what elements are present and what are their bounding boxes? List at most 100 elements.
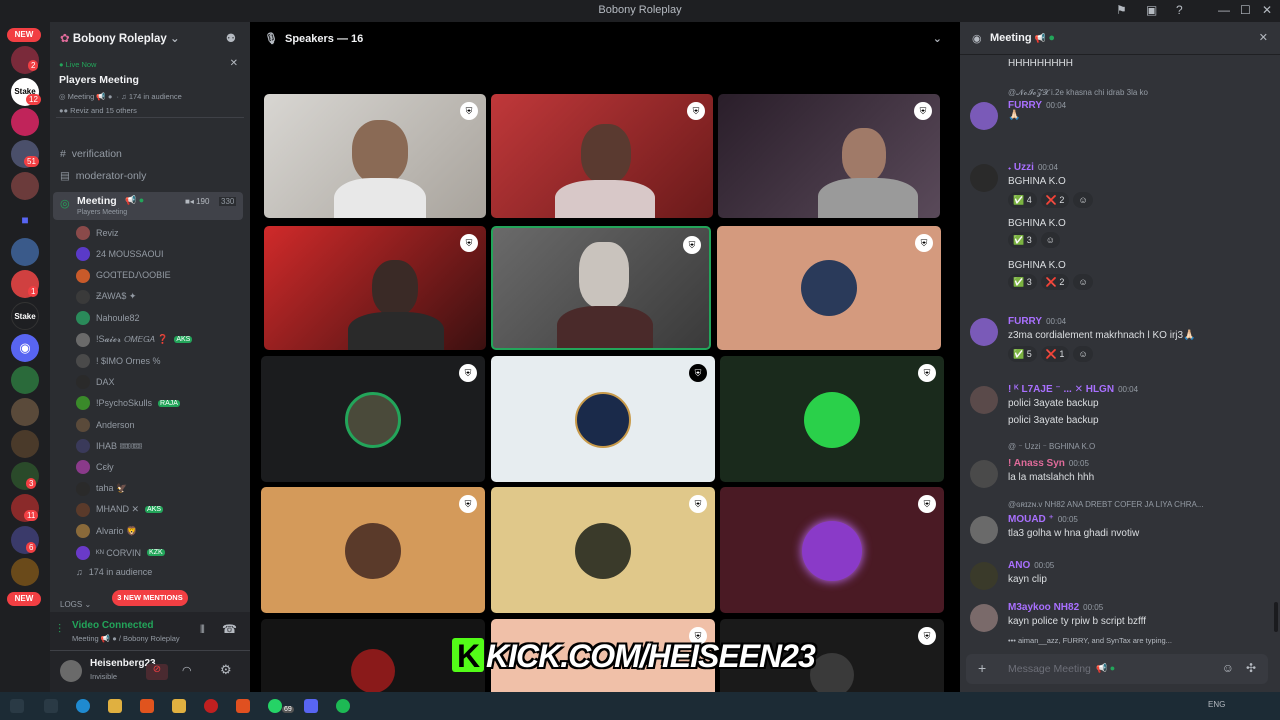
noise-suppression-icon[interactable]: ⦀ [200,624,205,637]
voice-user[interactable]: 24 MOUSSAOUI [76,247,164,262]
new-pill-top[interactable]: NEW [7,28,41,42]
voice-user[interactable]: GOⱭTEDᏁOOBIE [76,268,171,283]
avatar-tile[interactable]: ⛨ [717,226,941,350]
channel-meeting[interactable]: ◎ Meeting 📢 ● Players Meeting ■◂ 190 330 [53,192,243,220]
stake-server-icon[interactable]: Stake [11,302,39,330]
voice-user[interactable]: Nahoule82 [76,311,140,326]
avatar[interactable] [970,562,998,590]
brave-icon[interactable] [140,699,154,713]
avatar-tile[interactable]: ⛨ [720,487,944,613]
close-window-button[interactable]: ✕ [1262,3,1272,17]
avatar[interactable] [970,604,998,632]
reaction-chip[interactable]: ❌ 1 [1040,346,1070,362]
server-icon[interactable] [11,366,39,394]
channel-moderator-only[interactable]: ▤ moderator-only [60,170,146,182]
avatar[interactable] [60,660,82,682]
chat-message[interactable]: BGHINA K.O ✅ 3 ❌ 2 ☺ [960,258,1270,314]
avatar[interactable] [970,516,998,544]
chevron-down-icon[interactable]: ⌄ [933,32,942,45]
avatar-tile[interactable]: ⛨ [261,356,485,482]
author-name[interactable]: FURRY [1008,316,1042,327]
reaction-chip[interactable]: ✅ 3 [1008,274,1037,290]
voice-status[interactable]: Video Connected [72,620,154,631]
live-stage-card[interactable]: ● Live Now Players Meeting ◎ Meeting 📢 ●… [56,52,244,118]
author-name[interactable]: ANO [1008,560,1030,571]
search-icon[interactable] [44,699,58,713]
minimize-button[interactable]: — [1218,3,1230,17]
reaction-chip[interactable]: ✅ 3 [1008,232,1037,248]
reaction-chip[interactable]: ✅ 5 [1008,346,1037,362]
edge-icon[interactable] [76,699,90,713]
reaction-chip[interactable]: ☺ [1073,274,1093,290]
plus-icon[interactable]: + [978,660,986,676]
video-tile[interactable]: ⛨ [264,226,486,350]
voice-user[interactable]: Reviz [76,226,119,240]
reaction-chip[interactable]: ☺ [1040,232,1060,248]
emoji-icon[interactable]: ☺ [1222,661,1234,675]
reaction-chip[interactable]: ☺ [1073,192,1093,208]
whatsapp-icon[interactable] [268,699,282,713]
avatar[interactable] [970,164,998,192]
start-icon[interactable] [10,699,24,713]
video-tile-speaking[interactable]: ⛨ [491,226,711,350]
reaction-chip[interactable]: ☺ [1073,346,1093,362]
author-name[interactable]: ! Anass Syn [1008,458,1065,469]
app-icon[interactable] [204,699,218,713]
app-icon[interactable] [236,699,250,713]
reaction-chip[interactable]: ❌ 2 [1040,192,1070,208]
avatar-tile[interactable]: ⛨ [720,356,944,482]
server-icon[interactable] [11,108,39,136]
voice-user[interactable]: ! $IMO Ornes % [76,353,161,368]
close-icon[interactable]: ✕ [230,58,238,69]
chat-message[interactable]: @ ⁻ Uzzi ⁻ BGHINA K.O ! Anass Syn 00:05 la … [960,442,1270,498]
close-icon[interactable]: ✕ [1259,31,1268,44]
author-name[interactable]: ! ᴷ L7AJE ⁻ ... ✕ HLGN [1008,384,1114,395]
new-pill-bottom[interactable]: NEW [7,592,41,606]
voice-user[interactable]: Anderson [76,417,135,432]
video-tile[interactable]: ⛨ [718,94,940,218]
discord-icon[interactable]: ◉ [11,334,39,362]
author-name[interactable]: MOUAD ⁺ [1008,514,1054,525]
voice-user[interactable]: MHAND ✕ AKS [76,502,164,517]
avatar-tile[interactable]: ⛨ [261,487,485,613]
voice-user[interactable]: Cєły [76,460,114,475]
chat-message[interactable]: 𝆺 Uzzi 00:04 BGHINA K.O ✅ 4 ❌ 2 ☺ [960,158,1270,214]
video-tile[interactable]: ⛨ [264,94,486,218]
chat-message[interactable]: FURRY 00:04 z3ma cordialement makrhnach l … [960,312,1270,368]
server-icon[interactable] [11,558,39,586]
audience-count[interactable]: ♫ 174 in audience [76,567,152,577]
maximize-button[interactable]: ☐ [1240,3,1251,17]
avatar[interactable] [970,460,998,488]
avatar[interactable] [970,386,998,414]
inbox-icon[interactable]: ⚑ [1116,3,1127,17]
add-member-icon[interactable]: ⚉ [226,31,236,45]
gear-icon[interactable]: ⚙ [220,662,232,678]
scrollbar[interactable] [1274,602,1278,632]
spotify-icon[interactable] [336,699,350,713]
apps-icon[interactable]: ✣ [1246,661,1256,675]
voice-user[interactable]: Alvario 🦁 [76,524,137,539]
avatar-tile[interactable]: ⛨ [491,487,715,613]
help-icon[interactable]: ? [1176,3,1183,17]
discord-icon[interactable] [304,699,318,713]
author-name[interactable]: 𝆺 Uzzi [1008,162,1034,173]
channel-verification[interactable]: # verification [60,148,122,160]
server-icon[interactable] [11,238,39,266]
language-indicator[interactable]: ENG [1208,700,1225,709]
chat-message[interactable]: M3aykoo NH82 00:05 kayn police ty rpiw b s… [960,602,1270,658]
reaction-chip[interactable]: ✅ 4 [1008,192,1037,208]
author-name[interactable]: M3aykoo NH82 [1008,602,1079,613]
screen-icon[interactable]: ▣ [1146,3,1157,17]
voice-user[interactable]: ƵAWA$ ✦ [76,289,136,304]
video-tile[interactable]: ⛨ [491,94,713,218]
chat-message[interactable]: @ɢʀɪᴢɴ.ᴠ NH82 ANA DREBT COFER JA LIYA CH… [960,500,1270,556]
folder-icon[interactable]: ■ [11,206,39,234]
message-composer[interactable]: + Message Meeting 📢 ● ☺ ✣ [966,654,1268,684]
new-mentions-pill[interactable]: 3 NEW MENTIONS [112,590,188,606]
chat-message[interactable]: @𝓝𝓸𝓘𝓸𝓩𝓧 i.2e khasna chi idrab 3la ko FURR… [960,88,1270,144]
voice-user[interactable]: !S𝓪𝓲𝓮𝓻 𝘖𝘔𝘌𝘎𝘈 ❓ AKS [76,332,193,347]
category-logs[interactable]: LOGS ⌄ [60,600,91,609]
reply-preview[interactable]: @𝓝𝓸𝓘𝓸𝓩𝓧 i.2e khasna chi idrab 3la ko [1008,88,1148,98]
server-icon[interactable] [11,398,39,426]
reaction-chip[interactable]: ❌ 2 [1040,274,1070,290]
